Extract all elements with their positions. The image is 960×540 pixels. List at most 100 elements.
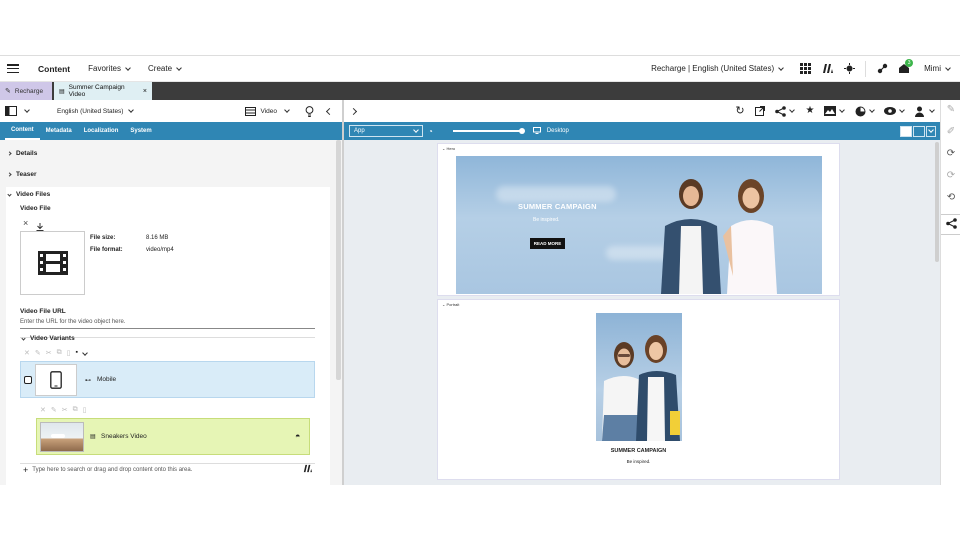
- tab-summer-campaign-video[interactable]: ▤ Summer Campaign Video ×: [54, 82, 152, 100]
- video-doc-icon: ▤: [90, 434, 96, 440]
- form-body: Details Teaser Video Files Video File ×: [0, 140, 342, 485]
- share-panel-icon[interactable]: [945, 218, 957, 230]
- copy-icon[interactable]: ⧉: [57, 349, 62, 357]
- view-menu[interactable]: [926, 125, 936, 137]
- library-icon[interactable]: [821, 63, 833, 75]
- hero-read-more-button[interactable]: READ MORE: [530, 238, 565, 249]
- tab-recharge[interactable]: ✎ Recharge: [0, 82, 52, 100]
- create-menu[interactable]: Create: [148, 64, 182, 73]
- chevron-down-icon[interactable]: [24, 107, 30, 113]
- top-bar: Content Favorites Create Recharge | Engl…: [0, 56, 960, 82]
- close-icon[interactable]: ×: [143, 88, 147, 95]
- tab-system[interactable]: System: [124, 122, 157, 140]
- collapse-panel-icon[interactable]: [325, 107, 334, 115]
- section-video-files[interactable]: Video Files: [7, 191, 50, 198]
- slider-handle[interactable]: [518, 127, 525, 134]
- chevron-down-icon[interactable]: [789, 107, 795, 113]
- section-video-variants[interactable]: Video Variants: [21, 335, 75, 342]
- layout-view-icon[interactable]: [900, 125, 912, 137]
- add-icon[interactable]: +: [23, 465, 28, 475]
- locale-label[interactable]: English (United States): [57, 108, 123, 115]
- tab-content[interactable]: Content: [5, 122, 40, 140]
- cut-icon[interactable]: ✂: [62, 406, 68, 414]
- site-selector[interactable]: Recharge | English (United States): [651, 64, 784, 73]
- timer-icon[interactable]: [854, 105, 866, 117]
- chevron-down-icon[interactable]: [899, 107, 905, 113]
- hero-card[interactable]: ⌄ Hero SUMMER CAMPAIGN Be inspired. READ…: [437, 143, 840, 296]
- tab-metadata[interactable]: Metadata: [40, 122, 78, 140]
- form-scrollbar[interactable]: [336, 140, 341, 380]
- zoom-slider[interactable]: [452, 127, 525, 134]
- portrait-image[interactable]: [596, 313, 682, 441]
- chevron-down-icon[interactable]: [128, 107, 135, 113]
- close-icon[interactable]: ×: [23, 218, 28, 228]
- app-title: Content: [38, 63, 71, 74]
- cut-icon[interactable]: ✂: [46, 349, 52, 357]
- edit-disabled-icon[interactable]: ✎: [945, 104, 957, 116]
- video-url-input[interactable]: Enter the URL for the video object here.: [20, 319, 315, 329]
- target-icon[interactable]: [843, 63, 855, 75]
- palette-icon[interactable]: ◔: [428, 127, 433, 136]
- chevron-down-icon[interactable]: [82, 350, 88, 356]
- chevron-down-icon[interactable]: [869, 107, 875, 113]
- chevron-down-icon[interactable]: [929, 107, 935, 113]
- hero-banner[interactable]: SUMMER CAMPAIGN Be inspired. READ MORE: [456, 156, 822, 294]
- edit-icon[interactable]: ✎: [51, 406, 57, 414]
- split-view-icon[interactable]: [913, 125, 925, 137]
- library-icon[interactable]: [303, 464, 312, 475]
- tab-localization[interactable]: Localization: [78, 122, 125, 140]
- variant-row-sneakers[interactable]: ▤ Sneakers Video ◓: [36, 418, 310, 455]
- remove-icon[interactable]: ✕: [40, 406, 46, 414]
- image-icon[interactable]: [824, 105, 836, 117]
- video-url-label: Video File URL: [20, 308, 66, 315]
- favorites-menu[interactable]: Favorites: [88, 64, 131, 73]
- section-label: Video Variants: [30, 335, 75, 342]
- chevron-down-icon[interactable]: [839, 107, 845, 113]
- panel-layout-icon[interactable]: [5, 105, 17, 117]
- section-details[interactable]: Details: [7, 150, 37, 157]
- edit-icon[interactable]: ✎: [35, 349, 41, 357]
- copy-icon[interactable]: ⧉: [73, 406, 78, 414]
- user-menu[interactable]: Mimi: [924, 64, 951, 73]
- workflow-icon[interactable]: [876, 63, 888, 75]
- hamburger-menu-icon[interactable]: [7, 64, 19, 73]
- hero-title: SUMMER CAMPAIGN: [518, 202, 597, 211]
- variant-row-mobile[interactable]: ⊷ Mobile: [20, 361, 315, 398]
- star-icon[interactable]: ★: [804, 105, 816, 117]
- share-icon[interactable]: [774, 105, 786, 117]
- chevron-down-icon[interactable]: [284, 107, 290, 113]
- refresh-icon[interactable]: ↻: [734, 105, 746, 117]
- open-external-icon[interactable]: [754, 105, 766, 117]
- hero-section-label: ⌄ Hero: [442, 146, 455, 151]
- portrait-card[interactable]: ⌄ Portrait SUMMER CAMPAIGN Be inspired.: [437, 299, 840, 480]
- device-label: Desktop: [546, 128, 569, 134]
- section-teaser[interactable]: Teaser: [7, 171, 36, 178]
- sync-icon[interactable]: ⟳: [945, 148, 957, 160]
- variant-label: Sneakers Video: [101, 433, 147, 440]
- portrait-section-label: ⌄ Portrait: [442, 302, 459, 307]
- chevron-right-icon: [7, 172, 12, 177]
- apps-grid-icon[interactable]: [799, 63, 811, 75]
- video-thumbnail[interactable]: [20, 231, 85, 295]
- drop-placeholder[interactable]: Type here to search or drag and drop con…: [32, 467, 192, 473]
- lightbulb-icon[interactable]: [303, 105, 315, 117]
- eye-icon[interactable]: [884, 105, 896, 117]
- form-tabs: Content Metadata Localization System: [0, 122, 342, 140]
- user-settings-icon[interactable]: [914, 105, 926, 117]
- drop-area[interactable]: + Type here to search or drag and drop c…: [20, 463, 315, 475]
- select-checkbox[interactable]: [24, 376, 32, 384]
- notifications-icon[interactable]: 3: [898, 58, 914, 75]
- mobile-device-icon: [50, 371, 62, 389]
- remove-icon[interactable]: ✕: [24, 349, 30, 357]
- paste-icon[interactable]: ▯: [83, 406, 87, 414]
- edit-alt-disabled-icon[interactable]: ✐: [945, 126, 957, 138]
- sync-disabled-icon[interactable]: ⟳: [945, 170, 957, 182]
- app-select[interactable]: App: [349, 125, 423, 137]
- paste-menu-icon[interactable]: ▪: [75, 349, 77, 357]
- preview-scrollbar[interactable]: [935, 142, 939, 262]
- video-file-label: Video File: [20, 205, 51, 212]
- expand-panel-icon[interactable]: [349, 107, 358, 115]
- variants-toolbar: ✕ ✎ ✂ ⧉ ▯ ▪: [24, 349, 88, 357]
- sync-settings-icon[interactable]: ⟲: [945, 192, 957, 204]
- paste-icon[interactable]: ▯: [67, 349, 71, 357]
